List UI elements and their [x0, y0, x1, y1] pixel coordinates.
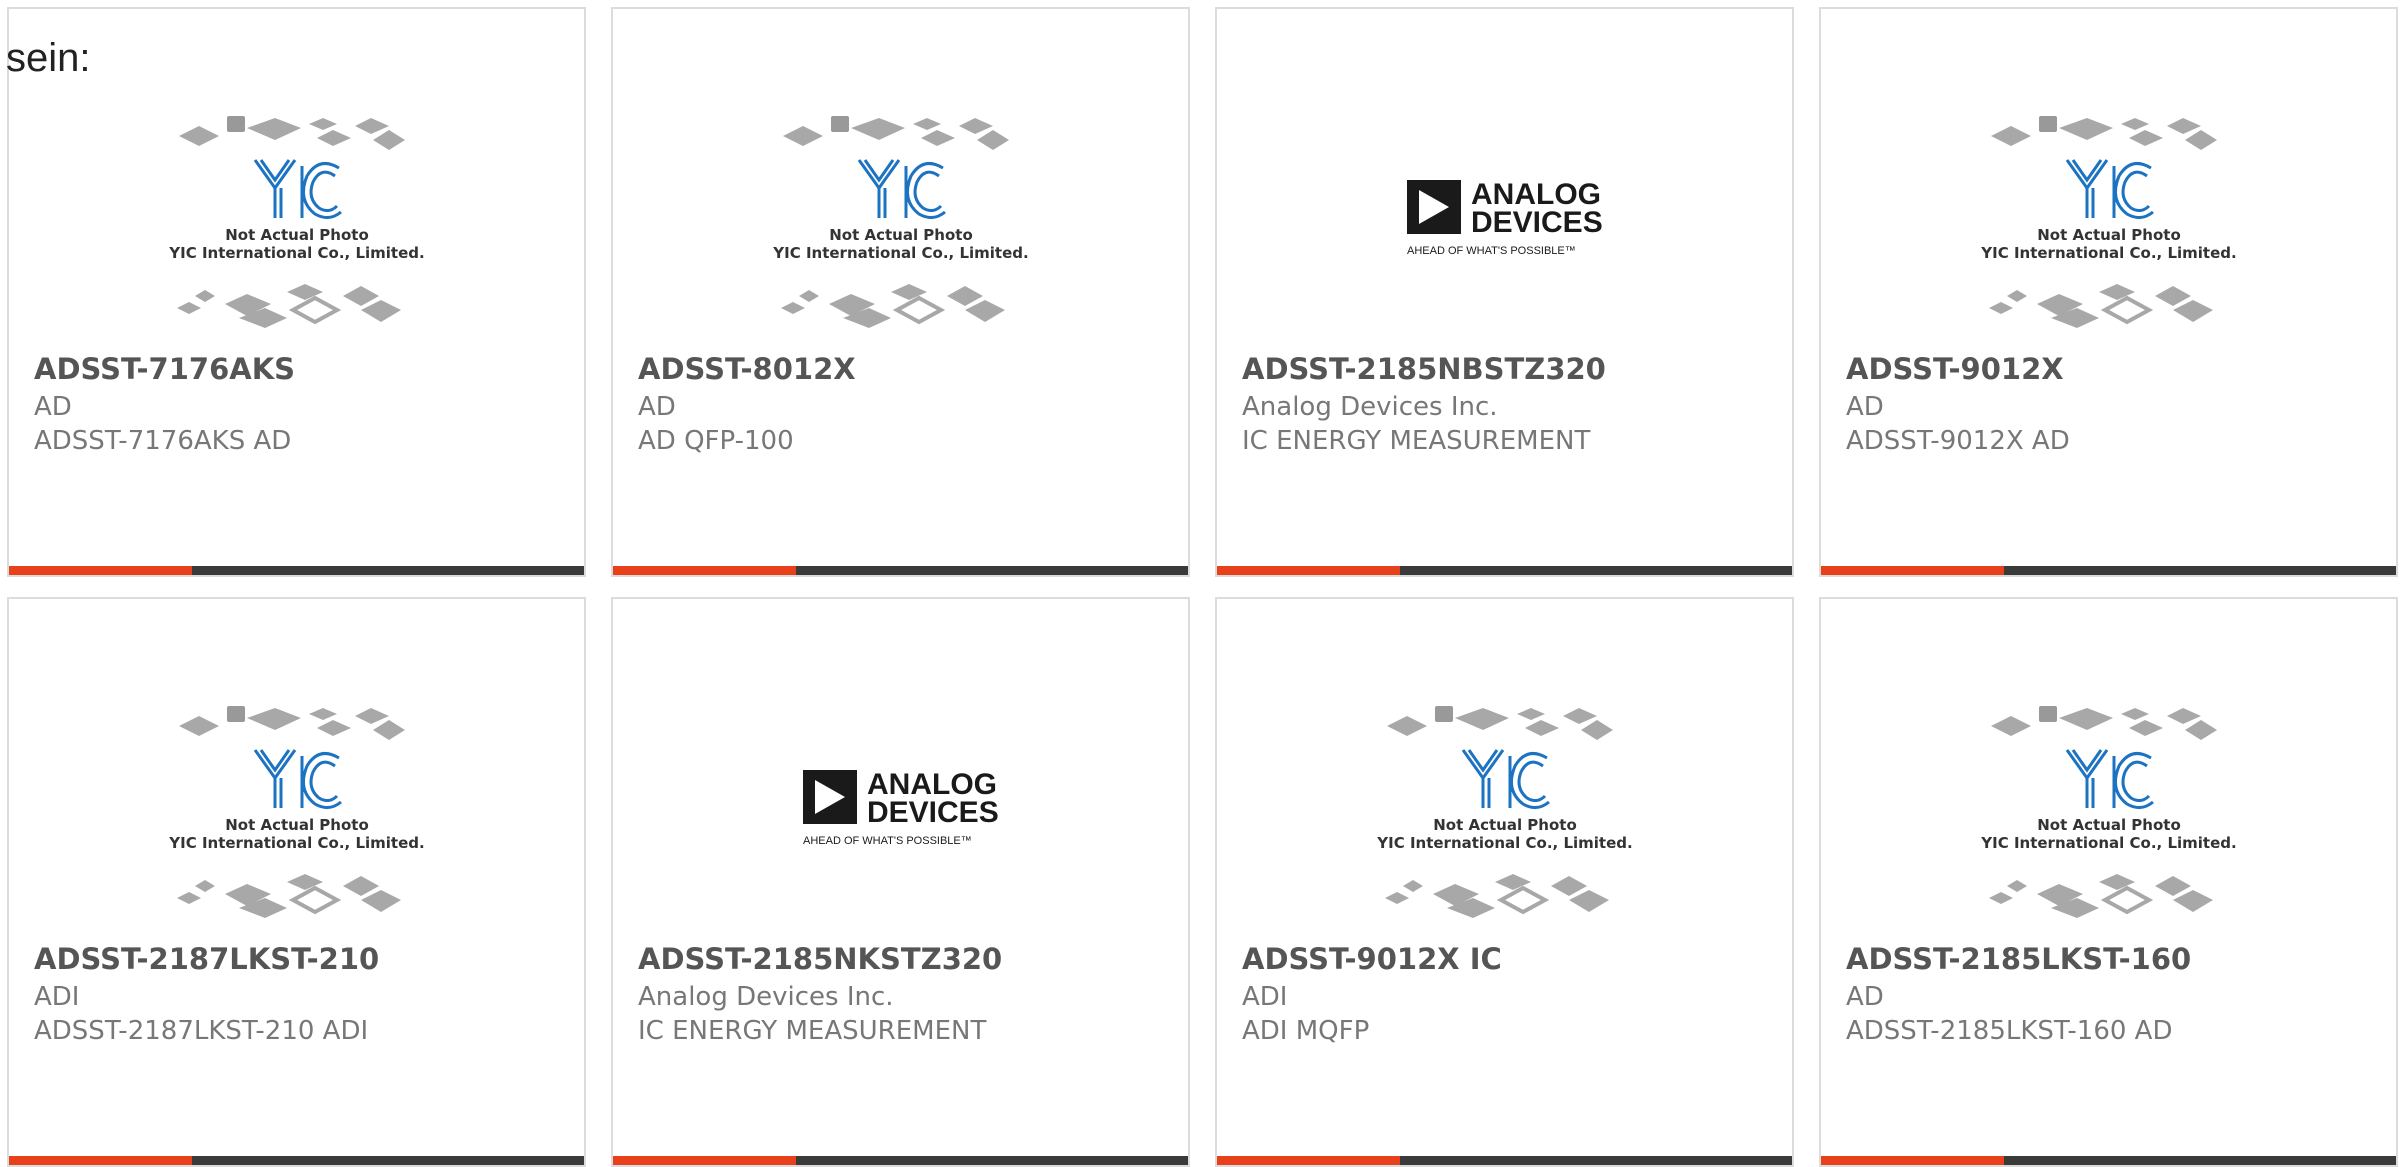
manufacturer: ADI — [1242, 982, 1288, 1012]
product-card[interactable]: ANALOG DEVICES AHEAD OF WHAT'S POSSIBLE™… — [1215, 7, 1794, 577]
card-footer-accent — [9, 566, 192, 575]
product-card[interactable]: Not Actual Photo YIC International Co., … — [7, 597, 586, 1167]
description: ADI MQFP — [1242, 1016, 1370, 1046]
card-footer-accent — [613, 566, 796, 575]
analog-devices-logo: ANALOG DEVICES AHEAD OF WHAT'S POSSIBLE™ — [1406, 178, 1603, 257]
product-info: ADSST-2185NBSTZ320 Analog Devices Inc. IC … — [1242, 352, 1772, 458]
product-info: ADSST-2185LKST-160 AD ADSST-2185LKST-160 A… — [1846, 942, 2376, 1048]
product-info: ADSST-2187LKST-210 ADI ADSST-2187LKST-210 … — [34, 942, 564, 1048]
manufacturer: AD — [638, 392, 676, 422]
placeholder-caption-1: Not Actual Photo — [2037, 816, 2181, 834]
description: AD QFP-100 — [638, 426, 794, 456]
placeholder-caption-1: Not Actual Photo — [2037, 226, 2181, 244]
manufacturer: ADI — [34, 982, 80, 1012]
placeholder-image: Not Actual Photo YIC International Co., … — [1376, 706, 1632, 918]
product-card[interactable]: Not Actual Photo YIC International Co., … — [611, 7, 1190, 577]
product-info: ADSST-2185NKSTZ320 Analog Devices Inc. IC … — [638, 942, 1168, 1048]
placeholder-caption-2: YIC International Co., Limited. — [1980, 244, 2236, 262]
product-info: ADSST-8012X AD AD QFP-100 — [638, 352, 1168, 458]
product-card[interactable]: ANALOG DEVICES AHEAD OF WHAT'S POSSIBLE™… — [611, 597, 1190, 1167]
analog-devices-logo: ANALOG DEVICES AHEAD OF WHAT'S POSSIBLE™ — [802, 768, 999, 847]
product-info: ADSST-9012X IC ADI ADI MQFP — [1242, 942, 1772, 1048]
part-number-link[interactable]: ADSST-9012X — [1846, 352, 2376, 386]
placeholder-caption-2: YIC International Co., Limited. — [1376, 834, 1632, 852]
product-info: ADSST-7176AKS AD ADSST-7176AKS AD — [34, 352, 564, 458]
manufacturer: AD — [34, 392, 72, 422]
manufacturer: Analog Devices Inc. — [1242, 392, 1498, 422]
product-card[interactable]: Not Actual Photo YIC International Co., … — [1819, 597, 2398, 1167]
description: ADSST-9012X AD — [1846, 426, 2070, 456]
adi-logo-tagline: AHEAD OF WHAT'S POSSIBLE™ — [803, 835, 972, 847]
card-footer-bar — [1821, 566, 2396, 575]
part-number-link[interactable]: ADSST-2185LKST-160 — [1846, 942, 2376, 976]
placeholder-image: Not Actual Photo YIC International Co., … — [168, 116, 424, 328]
manufacturer: AD — [1846, 982, 1884, 1012]
product-thumbnail[interactable]: Not Actual Photo YIC International Co., … — [9, 91, 584, 351]
card-footer-accent — [1821, 566, 2004, 575]
product-thumbnail[interactable]: ANALOG DEVICES AHEAD OF WHAT'S POSSIBLE™ — [613, 681, 1188, 941]
part-number-link[interactable]: ADSST-7176AKS — [34, 352, 564, 386]
part-number-link[interactable]: ADSST-2185NBSTZ320 — [1242, 352, 1772, 386]
part-number-link[interactable]: ADSST-9012X IC — [1242, 942, 1772, 976]
part-number-link[interactable]: ADSST-8012X — [638, 352, 1168, 386]
description: IC ENERGY MEASUREMENT — [638, 1016, 987, 1046]
adi-logo-tagline: AHEAD OF WHAT'S POSSIBLE™ — [1407, 245, 1576, 257]
placeholder-caption-1: Not Actual Photo — [829, 226, 973, 244]
placeholder-caption-1: Not Actual Photo — [1433, 816, 1577, 834]
placeholder-caption-1: Not Actual Photo — [225, 226, 369, 244]
adi-logo-line2: DEVICES — [1471, 206, 1603, 239]
manufacturer: AD — [1846, 392, 1884, 422]
card-footer-accent — [1217, 566, 1400, 575]
product-thumbnail[interactable]: Not Actual Photo YIC International Co., … — [9, 681, 584, 941]
manufacturer: Analog Devices Inc. — [638, 982, 894, 1012]
placeholder-image: Not Actual Photo YIC International Co., … — [1980, 706, 2236, 918]
placeholder-caption-2: YIC International Co., Limited. — [168, 834, 424, 852]
card-footer-bar — [613, 566, 1188, 575]
product-thumbnail[interactable]: Not Actual Photo YIC International Co., … — [613, 91, 1188, 351]
product-thumbnail[interactable]: Not Actual Photo YIC International Co., … — [1217, 681, 1792, 941]
product-thumbnail[interactable]: Not Actual Photo YIC International Co., … — [1821, 681, 2396, 941]
description: ADSST-2187LKST-210 ADI — [34, 1016, 369, 1046]
placeholder-caption-2: YIC International Co., Limited. — [772, 244, 1028, 262]
adi-logo-line2: DEVICES — [867, 796, 999, 829]
placeholder-image: Not Actual Photo YIC International Co., … — [168, 706, 424, 918]
product-card[interactable]: Not Actual Photo YIC International Co., … — [1215, 597, 1794, 1167]
card-footer-bar — [9, 566, 584, 575]
placeholder-caption-2: YIC International Co., Limited. — [168, 244, 424, 262]
card-footer-bar — [1217, 566, 1792, 575]
part-number-link[interactable]: ADSST-2185NKSTZ320 — [638, 942, 1168, 976]
placeholder-caption-1: Not Actual Photo — [225, 816, 369, 834]
product-card[interactable]: Not Actual Photo YIC International Co., … — [7, 7, 586, 577]
product-thumbnail[interactable]: Not Actual Photo YIC International Co., … — [1821, 91, 2396, 351]
placeholder-caption-2: YIC International Co., Limited. — [1980, 834, 2236, 852]
product-grid: Not Actual Photo YIC International Co., … — [7, 7, 2398, 1167]
product-info: ADSST-9012X AD ADSST-9012X AD — [1846, 352, 2376, 458]
part-number-link[interactable]: ADSST-2187LKST-210 — [34, 942, 564, 976]
placeholder-image: Not Actual Photo YIC International Co., … — [772, 116, 1028, 328]
description: ADSST-2185LKST-160 AD — [1846, 1016, 2173, 1046]
description: ADSST-7176AKS AD — [34, 426, 292, 456]
placeholder-image: Not Actual Photo YIC International Co., … — [1980, 116, 2236, 328]
product-card[interactable]: Not Actual Photo YIC International Co., … — [1819, 7, 2398, 577]
product-thumbnail[interactable]: ANALOG DEVICES AHEAD OF WHAT'S POSSIBLE™ — [1217, 91, 1792, 351]
description: IC ENERGY MEASUREMENT — [1242, 426, 1591, 456]
intro-text: sein: — [6, 36, 91, 80]
